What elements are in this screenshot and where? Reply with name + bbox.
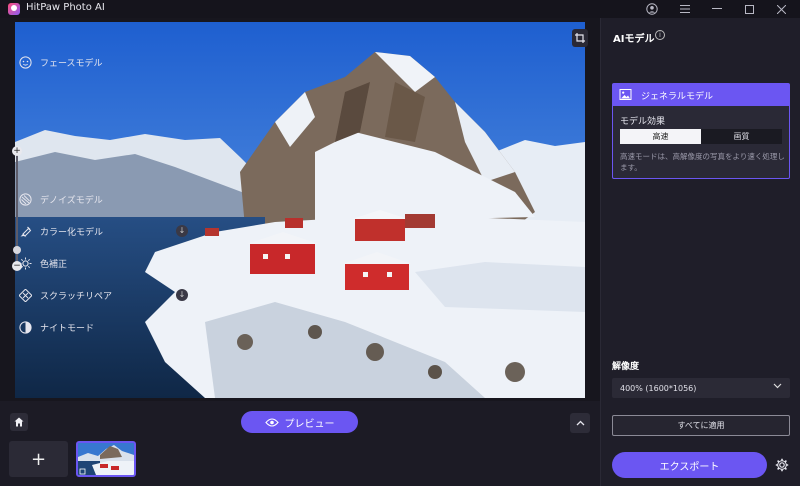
resolution-select[interactable]: 400% (1600*1056) [612,378,790,398]
model-denoise[interactable]: デノイズモデル [12,187,190,211]
zoom-in-icon[interactable]: + [12,146,22,156]
image-icon [619,88,633,102]
model-scratch-repair[interactable]: スクラッチリペア ↓ [12,283,190,307]
menu-icon[interactable] [670,0,700,18]
minimize-icon[interactable] [702,0,732,18]
model-night-label: ナイトモード [40,323,95,334]
model-denoise-label: デノイズモデル [40,195,103,206]
crop-icon[interactable] [572,29,588,47]
add-image-button[interactable]: + [9,441,68,477]
colorize-icon [18,224,32,238]
night-icon [18,320,32,334]
model-effect-label: モデル効果 [620,117,666,127]
eye-icon [264,417,279,427]
download-icon[interactable]: ↓ [176,289,188,301]
model-colorize-label: カラー化モデル [40,227,104,238]
app-logo-icon [8,3,20,15]
model-general[interactable]: ジェネラルモデル [613,84,789,106]
resolution-label: 解像度 [612,362,640,372]
general-model-card: ジェネラルモデル モデル効果 高速 画質 高速モードは、高解像度の写真をより速く… [612,83,790,179]
model-face-label: フェースモデル [40,58,103,69]
preview-label: プレビュー [284,418,335,430]
image-thumbnail[interactable] [76,441,136,477]
model-effect-description: 高速モードは、高解像度の写真をより速く処理します。 [620,152,785,172]
chevron-down-icon [773,382,782,392]
face-icon [18,55,32,69]
panel-title: AIモデル [613,34,655,45]
home-icon[interactable] [10,413,28,431]
maximize-icon[interactable] [734,0,764,18]
apply-all-button[interactable]: すべてに適用 [612,415,790,436]
option-quality[interactable]: 画質 [701,129,782,144]
model-colorize[interactable]: カラー化モデル ↓ [12,219,190,243]
close-icon[interactable] [766,0,796,18]
bottom-toolbar: プレビュー + [0,401,600,486]
model-face[interactable]: フェースモデル [12,50,190,74]
title-bar: HitPaw Photo AI [0,0,800,18]
export-button[interactable]: エクスポート [612,452,767,478]
model-effect-toggle[interactable]: 高速 画質 [620,129,782,144]
chevron-up-icon[interactable] [570,413,590,433]
sun-icon [18,256,32,270]
model-general-label: ジェネラルモデル [641,91,714,102]
model-color-correction-label: 色補正 [40,259,68,270]
model-color-correction[interactable]: 色補正 [12,251,190,275]
user-icon[interactable] [637,0,667,18]
model-scratch-repair-label: スクラッチリペア [40,291,113,302]
info-icon[interactable]: i [655,30,665,40]
model-night[interactable]: ナイトモード [12,315,190,339]
gear-icon[interactable] [773,456,791,474]
denoise-icon [18,192,32,206]
download-icon[interactable]: ↓ [176,225,188,237]
app-title: HitPaw Photo AI [26,2,105,13]
option-fast[interactable]: 高速 [620,129,701,144]
preview-button[interactable]: プレビュー [241,411,358,433]
resolution-value: 400% (1600*1056) [620,383,697,393]
scratch-icon [18,288,32,302]
